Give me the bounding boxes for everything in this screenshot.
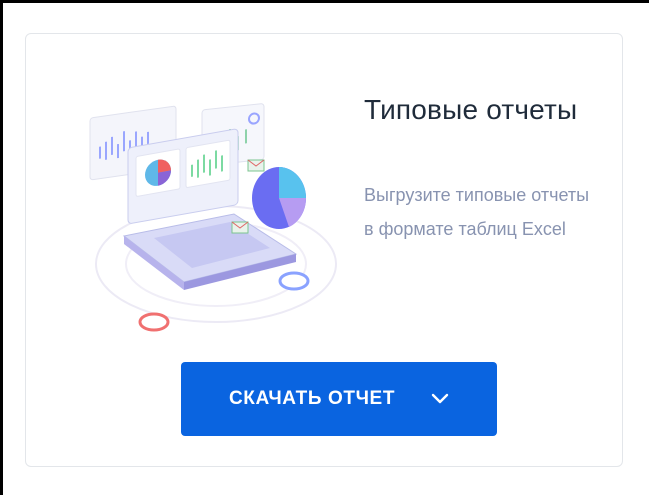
download-report-label: СКАЧАТЬ ОТЧЕТ — [228, 388, 396, 409]
chevron-down-icon[interactable] — [431, 393, 449, 405]
card-description: Выгрузите типовые отчеты в формате табли… — [364, 185, 590, 239]
reports-card: Типовые отчеты Выгрузите типовые отчеты … — [25, 33, 623, 467]
card-title: Типовые отчеты — [364, 94, 578, 125]
laptop-reports-illustration — [89, 103, 337, 332]
window-frame: Типовые отчеты Выгрузите типовые отчеты … — [0, 0, 649, 495]
download-report-button[interactable]: СКАЧАТЬ ОТЧЕТ — [181, 362, 497, 436]
